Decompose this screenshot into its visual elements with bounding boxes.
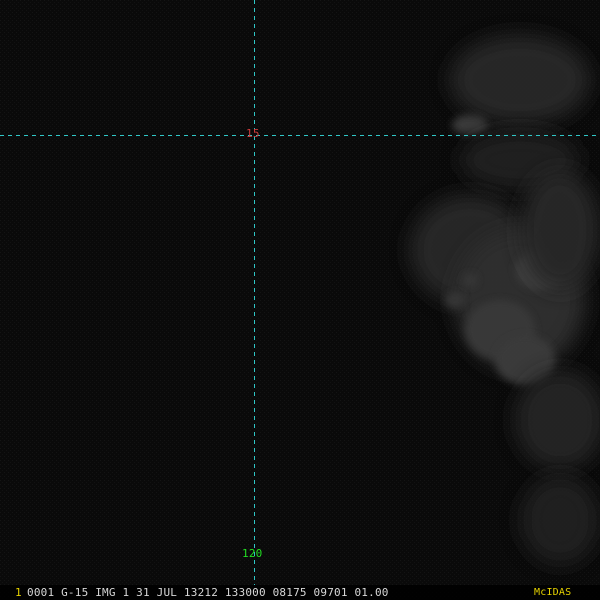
image-metadata-text: 0001 G-15 IMG 1 31 JUL 13212 133000 0817…: [27, 586, 389, 599]
status-bar: 1 0001 G-15 IMG 1 31 JUL 13212 133000 08…: [0, 585, 600, 600]
satellite-imagery: [0, 0, 600, 600]
frame-number: 1: [15, 586, 22, 599]
mcidas-brand-label: McIDAS: [534, 587, 572, 598]
latitude-label: 15: [246, 127, 260, 140]
longitude-label: 120: [242, 547, 263, 560]
satellite-image-viewport: 15 120 1 0001 G-15 IMG 1 31 JUL 13212 13…: [0, 0, 600, 600]
